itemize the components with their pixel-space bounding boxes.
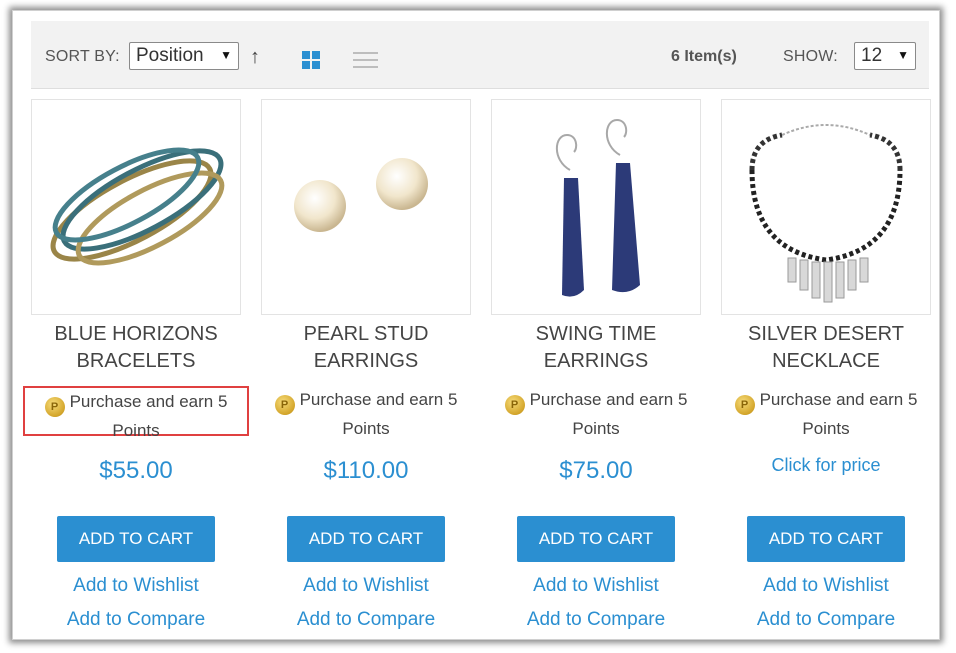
add-to-wishlist-link[interactable]: Add to Wishlist bbox=[261, 575, 471, 597]
add-to-cart-button[interactable]: ADD TO CART bbox=[747, 516, 905, 562]
product-name[interactable]: BLUE HORIZONS BRACELETS bbox=[31, 321, 241, 375]
dropdown-arrow-icon: ▼ bbox=[220, 48, 232, 62]
add-to-cart-button[interactable]: ADD TO CART bbox=[57, 516, 215, 562]
product-price: $110.00 bbox=[323, 457, 409, 484]
product-name[interactable]: SWING TIME EARRINGS bbox=[491, 321, 701, 375]
points-coin-icon: P bbox=[504, 395, 525, 415]
click-for-price-link[interactable]: Click for price bbox=[721, 455, 931, 476]
product-price: $75.00 bbox=[559, 457, 633, 484]
show-value: 12 bbox=[861, 45, 883, 66]
show-select[interactable]: 12 ▼ bbox=[854, 42, 916, 70]
sort-direction-icon[interactable]: ↑ bbox=[250, 47, 260, 67]
reward-points-info: P Purchase and earn 5 Points bbox=[483, 386, 709, 438]
product-image[interactable] bbox=[31, 99, 241, 315]
reward-points-info: P Purchase and earn 5 Points bbox=[713, 386, 939, 438]
add-to-wishlist-link[interactable]: Add to Wishlist bbox=[31, 575, 241, 597]
product-image[interactable] bbox=[261, 99, 471, 315]
add-to-compare-link[interactable]: Add to Compare bbox=[31, 609, 241, 631]
necklace-image bbox=[749, 124, 903, 303]
product-grid-panel: SORT BY: Position ▼ ↑ 6 Item(s) SHOW: 12… bbox=[12, 10, 940, 640]
reward-points-info: P Purchase and earn 5 Points bbox=[23, 386, 249, 440]
grid-view-icon[interactable] bbox=[302, 51, 320, 69]
product-name[interactable]: PEARL STUD EARRINGS bbox=[261, 321, 471, 375]
add-to-compare-link[interactable]: Add to Compare bbox=[721, 609, 931, 631]
reward-points-info: P Purchase and earn 5 Points bbox=[253, 386, 479, 438]
product-price: $55.00 bbox=[99, 457, 173, 484]
points-coin-icon: P bbox=[734, 395, 755, 415]
list-view-icon[interactable] bbox=[353, 50, 378, 70]
add-to-wishlist-link[interactable]: Add to Wishlist bbox=[721, 575, 931, 597]
sort-by-select[interactable]: Position ▼ bbox=[129, 42, 239, 70]
product-image[interactable] bbox=[721, 99, 931, 315]
pearl-earrings-image bbox=[294, 158, 428, 232]
item-count: 6 Item(s) bbox=[671, 48, 737, 65]
dropdown-arrow-icon: ▼ bbox=[897, 48, 909, 62]
add-to-compare-link[interactable]: Add to Compare bbox=[261, 609, 471, 631]
sort-by-label: SORT BY: bbox=[45, 48, 120, 65]
points-coin-icon: P bbox=[44, 397, 65, 417]
show-label: SHOW: bbox=[783, 48, 838, 65]
toolbar: SORT BY: Position ▼ ↑ 6 Item(s) SHOW: 12… bbox=[31, 21, 929, 89]
points-coin-icon: P bbox=[274, 395, 295, 415]
add-to-cart-button[interactable]: ADD TO CART bbox=[517, 516, 675, 562]
product-image[interactable] bbox=[491, 99, 701, 315]
add-to-wishlist-link[interactable]: Add to Wishlist bbox=[491, 575, 701, 597]
drop-earrings-image bbox=[555, 118, 640, 297]
add-to-cart-button[interactable]: ADD TO CART bbox=[287, 516, 445, 562]
add-to-compare-link[interactable]: Add to Compare bbox=[491, 609, 701, 631]
sort-by-value: Position bbox=[136, 45, 204, 66]
product-name[interactable]: SILVER DESERT NECKLACE bbox=[721, 321, 931, 375]
bracelet-image bbox=[50, 147, 225, 266]
